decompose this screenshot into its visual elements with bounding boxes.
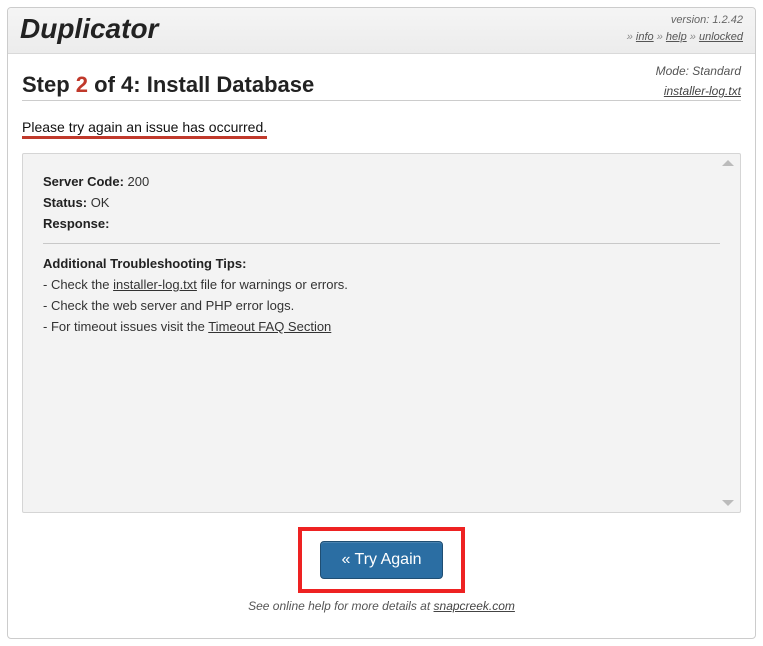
unlocked-link[interactable]: unlocked [699, 31, 743, 43]
error-message: Please try again an issue has occurred. [22, 119, 267, 139]
tip-1: - Check the installer-log.txt file for w… [43, 277, 720, 292]
error-row: Please try again an issue has occurred. [22, 101, 741, 139]
header-links: » info » help » unlocked [627, 29, 743, 46]
server-code-row: Server Code: 200 [43, 174, 720, 189]
step-title: Step 2 of 4: Install Database [22, 72, 314, 98]
info-link[interactable]: info [636, 31, 654, 43]
installer-log-link[interactable]: installer-log.txt [664, 84, 741, 98]
help-link[interactable]: help [666, 31, 687, 43]
status-row: Status: OK [43, 195, 720, 210]
timeout-faq-link[interactable]: Timeout FAQ Section [208, 319, 331, 334]
header-bar: Duplicator version: 1.2.42 » info » help… [8, 8, 755, 54]
scroll-up-icon[interactable] [722, 160, 734, 166]
scroll-down-icon[interactable] [722, 500, 734, 506]
response-row: Response: [43, 216, 720, 231]
step-row: Step 2 of 4: Install Database installer-… [22, 72, 741, 101]
app-window: Duplicator version: 1.2.42 » info » help… [7, 7, 756, 639]
divider [43, 243, 720, 244]
try-again-button[interactable]: « Try Again [320, 541, 442, 579]
version-text: version: 1.2.42 [627, 12, 743, 29]
tip-2: - Check the web server and PHP error log… [43, 298, 720, 313]
app-logo: Duplicator [20, 13, 158, 45]
snapcreek-link[interactable]: snapcreek.com [434, 599, 515, 613]
step-number: 2 [76, 72, 88, 97]
highlight-box: « Try Again [298, 527, 464, 593]
footer-help: See online help for more details at snap… [22, 599, 741, 613]
response-panel: Server Code: 200 Status: OK Response: Ad… [22, 153, 741, 513]
header-meta: version: 1.2.42 » info » help » unlocked [627, 12, 743, 45]
tip-3: - For timeout issues visit the Timeout F… [43, 319, 720, 334]
content-area: Mode: Standard Step 2 of 4: Install Data… [8, 54, 755, 625]
button-row: « Try Again [22, 527, 741, 593]
tips-heading: Additional Troubleshooting Tips: [43, 256, 720, 271]
tip-installer-log-link[interactable]: installer-log.txt [113, 277, 197, 292]
